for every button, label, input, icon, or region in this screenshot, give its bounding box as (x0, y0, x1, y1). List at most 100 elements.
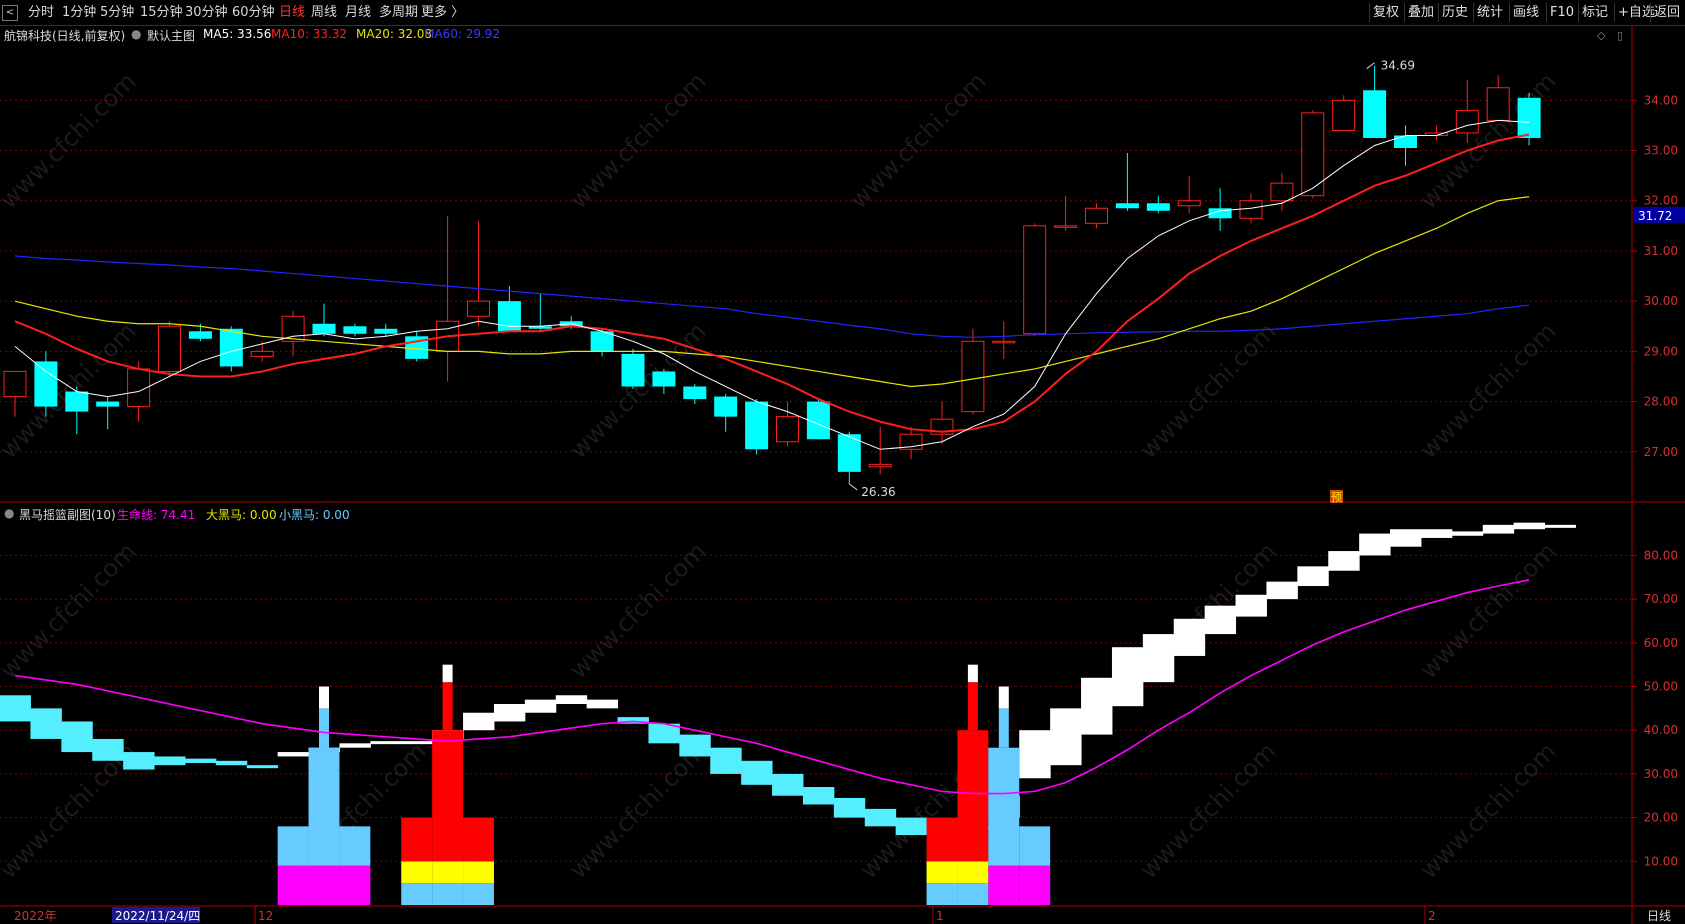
period-label: 日线 (1647, 909, 1671, 923)
candle-body-16 (497, 301, 521, 332)
signal-bar-1-1-1 (432, 861, 464, 884)
high-label: 34.69 (1381, 59, 1415, 73)
signal-bar-0-1-3 (319, 686, 329, 709)
step-block-34 (1050, 708, 1082, 766)
candle-body-11 (343, 326, 367, 334)
candle-body-6 (188, 331, 212, 339)
candle-body-25 (776, 416, 799, 443)
signal-bar-2-3-0 (1019, 865, 1051, 905)
candle-body-10 (312, 323, 336, 334)
main-tick-label-3: 30.00 (1644, 294, 1678, 308)
signal-bar-2-1-0 (957, 883, 989, 905)
step-block-2 (61, 721, 93, 753)
candle-body-7 (219, 328, 243, 367)
year-label: 2022年 (14, 909, 57, 923)
candle-body-31 (961, 340, 985, 413)
watermark-8: www.cfchi.com (0, 537, 141, 684)
ma60-line (14, 255, 1530, 338)
high-arrow (1366, 62, 1375, 70)
sub-tick-label-2: 30.00 (1644, 767, 1678, 781)
step-block-36 (1111, 647, 1144, 707)
signal-bar-2-2-1 (988, 747, 1020, 866)
step-block-24 (741, 760, 773, 785)
candle-body-40 (1239, 200, 1263, 219)
candle-body-44 (1363, 90, 1387, 138)
main-tick-label-1: 28.00 (1644, 395, 1678, 409)
sub-tick-label-7: 80.00 (1644, 548, 1678, 562)
watermark-14: www.cfchi.com (564, 737, 711, 884)
step-block-38 (1173, 618, 1206, 656)
signal-bar-2-0-1 (926, 861, 958, 884)
signal-bar-2-2-0 (988, 865, 1020, 905)
candle-body-37 (1146, 203, 1170, 211)
step-block-17 (524, 699, 557, 713)
diamond-icon: ◇ (1597, 29, 1606, 42)
signal-bar-1-2-0 (463, 883, 494, 905)
sub-tick-label-1: 20.00 (1644, 811, 1678, 825)
step-block-49 (1513, 522, 1546, 530)
candle-body-42 (1301, 112, 1325, 197)
candle-body-3 (96, 401, 120, 407)
signal-bar-1-0-1 (401, 861, 433, 884)
signal-bar-2-0-0 (926, 883, 958, 905)
candle-body-48 (1486, 87, 1510, 121)
signal-bar-1-1-0 (432, 883, 464, 905)
signal-bar-2-0-2 (926, 817, 958, 862)
step-block-41 (1266, 581, 1298, 600)
candle-body-22 (683, 386, 707, 400)
candle-body-21 (652, 371, 676, 387)
sub-tick-label-0: 10.00 (1644, 854, 1678, 868)
current-price-label: 31.72 (1638, 209, 1672, 223)
signal-bar-2-1-1 (957, 861, 989, 884)
step-block-8 (246, 765, 279, 769)
signal-bar-2-2-2 (998, 708, 1009, 748)
signal-bar-0-1-0 (308, 865, 340, 905)
watermark-1: www.cfchi.com (564, 67, 711, 214)
step-block-33 (1019, 730, 1051, 779)
cursor-date: 2022/11/24/四 (115, 909, 200, 923)
step-block-13 (401, 741, 433, 745)
candle-body-0 (3, 370, 27, 398)
signal-bar-1-0-2 (401, 817, 433, 862)
sub-tick-label-6: 70.00 (1644, 592, 1678, 606)
date-label-0: 12 (258, 909, 273, 923)
main-tick-label-6: 33.00 (1644, 144, 1678, 158)
step-block-28 (864, 808, 897, 827)
candle-body-1 (34, 361, 58, 407)
candle-body-47 (1455, 109, 1479, 134)
main-tick-label-2: 29.00 (1644, 344, 1678, 358)
step-block-18 (555, 695, 588, 704)
step-block-12 (370, 741, 402, 745)
low-arrow (849, 483, 858, 491)
signal-bar-0-2-1 (339, 826, 371, 866)
candle-body-35 (1085, 207, 1108, 224)
candle-body-8 (250, 350, 274, 357)
signal-bar-2-1-4 (967, 664, 978, 683)
candle-body-24 (745, 401, 769, 450)
main-tick-label-5: 32.00 (1644, 194, 1678, 208)
signal-bar-0-1-1 (308, 747, 340, 866)
watermark-7: www.cfchi.com (1414, 317, 1561, 464)
signal-bar-2-1-3 (967, 682, 978, 731)
candle-body-20 (621, 353, 645, 387)
candle-body-23 (714, 396, 738, 417)
step-block-5 (154, 756, 186, 766)
candle-body-49 (1517, 97, 1541, 138)
step-block-19 (586, 699, 619, 709)
chart-area[interactable]: 27.00 28.00 29.00 30.00 31.00 32.00 33.00 34.00… (0, 0, 1685, 924)
step-block-0 (0, 695, 31, 722)
candle-body-36 (1115, 203, 1139, 209)
step-block-23 (710, 747, 742, 774)
step-block-37 (1142, 634, 1175, 683)
step-block-50 (1544, 524, 1576, 528)
step-block-6 (184, 758, 217, 763)
step-block-43 (1328, 551, 1360, 571)
watermark-11: www.cfchi.com (1414, 537, 1561, 684)
step-block-15 (463, 712, 495, 731)
candle-body-15 (467, 300, 490, 317)
signal-bar-2-3-1 (1019, 826, 1051, 866)
main-tick-label-0: 27.00 (1644, 445, 1678, 459)
sub-tick-label-3: 40.00 (1644, 723, 1678, 737)
candle-body-5 (158, 325, 181, 372)
low-label: 26.36 (861, 485, 895, 499)
